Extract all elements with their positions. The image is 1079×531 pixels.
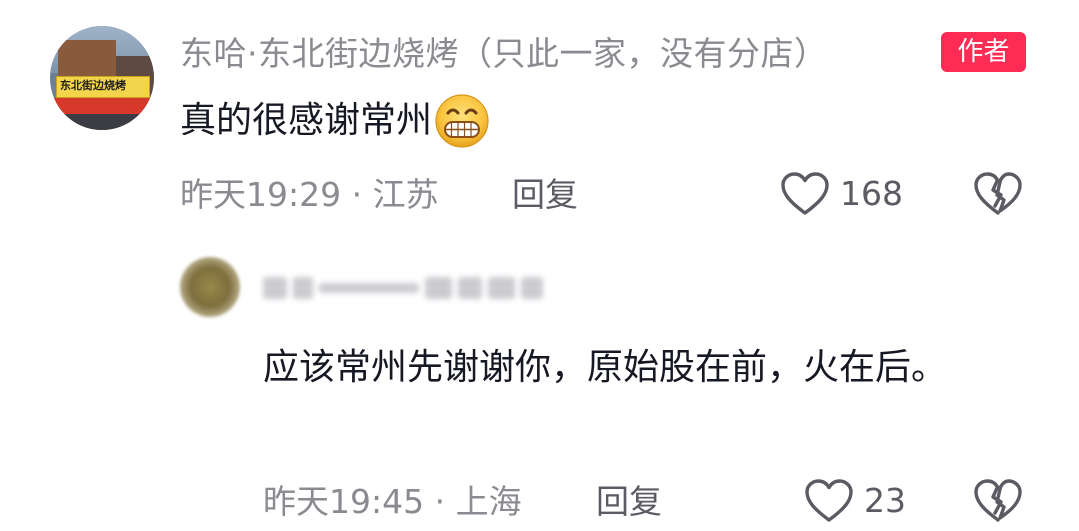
reply-reply-button[interactable]: 回复	[596, 477, 662, 527]
heart-outline-icon	[781, 172, 829, 215]
broken-heart-icon[interactable]	[973, 477, 1023, 525]
comment-username[interactable]: 东哈·东北街边烧烤（只此一家，没有分店）	[180, 28, 828, 80]
author-badge: 作者	[941, 32, 1026, 72]
comment-time: 昨天19:29	[180, 175, 342, 214]
meta-separator: ·	[341, 175, 373, 214]
reply-button[interactable]: 回复	[512, 170, 578, 220]
comment-meta: 昨天19:29 · 江苏	[180, 170, 439, 220]
reply-time: 昨天19:45	[263, 482, 425, 521]
like-button[interactable]: 168	[780, 168, 903, 220]
grinning-face-emoji	[435, 94, 489, 148]
reply-meta: 昨天19:45 · 上海	[263, 477, 522, 527]
heart-outline-icon	[805, 479, 853, 522]
broken-heart-icon[interactable]	[973, 170, 1023, 218]
comment-text-body: 真的很感谢常州	[180, 100, 433, 141]
reply-username-blurred	[263, 270, 543, 306]
comment-text: 真的很感谢常州	[180, 93, 490, 149]
avatar-sign-text: 东北街边烧烤	[60, 79, 126, 92]
reply-like-count: 23	[864, 481, 906, 520]
reply-avatar[interactable]	[180, 257, 240, 317]
avatar[interactable]: 东北街边烧烤	[50, 26, 154, 130]
reply-text: 应该常州先谢谢你，原始股在前，火在后。	[263, 347, 948, 388]
reply-location: 上海	[455, 482, 522, 521]
reply-like-button[interactable]: 23	[804, 475, 906, 527]
meta-separator: ·	[424, 482, 456, 521]
reply-item: 应该常州先谢谢你，原始股在前，火在后。 昨天19:45 · 上海 回复 23	[0, 240, 1079, 531]
like-count: 168	[840, 174, 903, 213]
comment-item: 东北街边烧烤 东哈·东北街边烧烤（只此一家，没有分店） 作者 真的很感谢常州 昨…	[0, 0, 1079, 240]
comment-location: 江苏	[372, 175, 439, 214]
